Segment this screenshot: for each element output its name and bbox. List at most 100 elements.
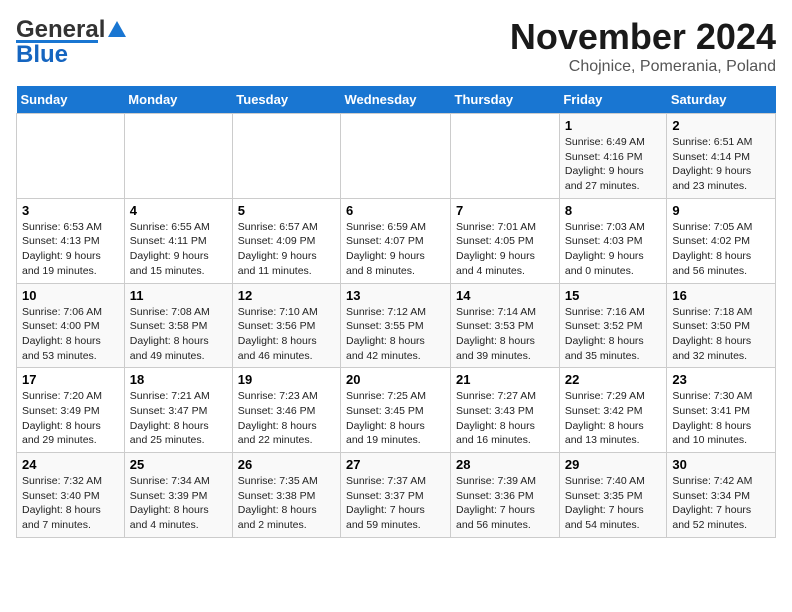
week-row-5: 24 Sunrise: 7:32 AMSunset: 3:40 PMDayligh…: [17, 453, 776, 538]
day-cell: 2 Sunrise: 6:51 AMSunset: 4:14 PMDaylight…: [667, 114, 776, 199]
day-info: Sunrise: 7:27 AMSunset: 3:43 PMDaylight:…: [456, 389, 554, 448]
day-info: Sunrise: 7:14 AMSunset: 3:53 PMDaylight:…: [456, 305, 554, 364]
week-row-4: 17 Sunrise: 7:20 AMSunset: 3:49 PMDayligh…: [17, 368, 776, 453]
day-cell: 14 Sunrise: 7:14 AMSunset: 3:53 PMDayligh…: [451, 283, 560, 368]
day-info: Sunrise: 6:51 AMSunset: 4:14 PMDaylight:…: [672, 135, 770, 194]
day-info: Sunrise: 7:08 AMSunset: 3:58 PMDaylight:…: [130, 305, 227, 364]
day-cell: [232, 114, 340, 199]
day-info: Sunrise: 7:12 AMSunset: 3:55 PMDaylight:…: [346, 305, 445, 364]
day-cell: 9 Sunrise: 7:05 AMSunset: 4:02 PMDaylight…: [667, 198, 776, 283]
day-cell: 10 Sunrise: 7:06 AMSunset: 4:00 PMDayligh…: [17, 283, 125, 368]
day-info: Sunrise: 7:37 AMSunset: 3:37 PMDaylight:…: [346, 474, 445, 533]
day-cell: [451, 114, 560, 199]
location-title: Chojnice, Pomerania, Poland: [510, 58, 776, 76]
day-number: 4: [130, 203, 227, 218]
day-number: 27: [346, 457, 445, 472]
day-number: 23: [672, 372, 770, 387]
day-number: 17: [22, 372, 119, 387]
day-number: 30: [672, 457, 770, 472]
day-number: 8: [565, 203, 662, 218]
day-cell: 30 Sunrise: 7:42 AMSunset: 3:34 PMDayligh…: [667, 453, 776, 538]
day-cell: 23 Sunrise: 7:30 AMSunset: 3:41 PMDayligh…: [667, 368, 776, 453]
day-cell: 22 Sunrise: 7:29 AMSunset: 3:42 PMDayligh…: [559, 368, 667, 453]
day-info: Sunrise: 7:32 AMSunset: 3:40 PMDaylight:…: [22, 474, 119, 533]
header-sunday: Sunday: [17, 86, 125, 114]
day-info: Sunrise: 6:55 AMSunset: 4:11 PMDaylight:…: [130, 220, 227, 279]
day-cell: 29Sunrise: 7:40 AMSunset: 3:35 PMDayligh…: [559, 453, 667, 538]
week-row-3: 10 Sunrise: 7:06 AMSunset: 4:00 PMDayligh…: [17, 283, 776, 368]
day-info: Sunrise: 7:29 AMSunset: 3:42 PMDaylight:…: [565, 389, 662, 448]
header-friday: Friday: [559, 86, 667, 114]
day-info: Sunrise: 7:30 AMSunset: 3:41 PMDaylight:…: [672, 389, 770, 448]
day-number: 14: [456, 288, 554, 303]
day-cell: 5Sunrise: 6:57 AMSunset: 4:09 PMDaylight…: [232, 198, 340, 283]
day-info: Sunrise: 7:18 AMSunset: 3:50 PMDaylight:…: [672, 305, 770, 364]
calendar-header: SundayMondayTuesdayWednesdayThursdayFrid…: [17, 86, 776, 114]
day-cell: 3 Sunrise: 6:53 AMSunset: 4:13 PMDaylight…: [17, 198, 125, 283]
day-number: 9: [672, 203, 770, 218]
day-cell: 4 Sunrise: 6:55 AMSunset: 4:11 PMDaylight…: [124, 198, 232, 283]
day-cell: 25 Sunrise: 7:34 AMSunset: 3:39 PMDayligh…: [124, 453, 232, 538]
day-info: Sunrise: 7:23 AMSunset: 3:46 PMDaylight:…: [238, 389, 335, 448]
day-info: Sunrise: 7:39 AMSunset: 3:36 PMDaylight:…: [456, 474, 554, 533]
day-cell: 1 Sunrise: 6:49 AMSunset: 4:16 PMDaylight…: [559, 114, 667, 199]
day-number: 3: [22, 203, 119, 218]
logo-icon: [106, 19, 128, 41]
day-number: 20: [346, 372, 445, 387]
day-number: 15: [565, 288, 662, 303]
day-info: Sunrise: 7:40 AMSunset: 3:35 PMDaylight:…: [565, 474, 662, 533]
day-number: 21: [456, 372, 554, 387]
day-cell: 8 Sunrise: 7:03 AMSunset: 4:03 PMDaylight…: [559, 198, 667, 283]
header-monday: Monday: [124, 86, 232, 114]
day-info: Sunrise: 7:34 AMSunset: 3:39 PMDaylight:…: [130, 474, 227, 533]
day-number: 26: [238, 457, 335, 472]
logo-blue: Blue: [16, 41, 68, 69]
day-number: 6: [346, 203, 445, 218]
logo: General Blue: [16, 16, 129, 69]
header-wednesday: Wednesday: [341, 86, 451, 114]
day-cell: 20 Sunrise: 7:25 AMSunset: 3:45 PMDayligh…: [341, 368, 451, 453]
day-number: 10: [22, 288, 119, 303]
day-number: 7: [456, 203, 554, 218]
title-block: November 2024 Chojnice, Pomerania, Polan…: [510, 16, 776, 76]
day-number: 25: [130, 457, 227, 472]
calendar-table: SundayMondayTuesdayWednesdayThursdayFrid…: [16, 86, 776, 538]
day-info: Sunrise: 7:16 AMSunset: 3:52 PMDaylight:…: [565, 305, 662, 364]
day-cell: 12Sunrise: 7:10 AMSunset: 3:56 PMDayligh…: [232, 283, 340, 368]
day-cell: 6 Sunrise: 6:59 AMSunset: 4:07 PMDaylight…: [341, 198, 451, 283]
day-info: Sunrise: 6:49 AMSunset: 4:16 PMDaylight:…: [565, 135, 662, 194]
day-info: Sunrise: 7:21 AMSunset: 3:47 PMDaylight:…: [130, 389, 227, 448]
day-info: Sunrise: 7:05 AMSunset: 4:02 PMDaylight:…: [672, 220, 770, 279]
day-cell: 16Sunrise: 7:18 AMSunset: 3:50 PMDayligh…: [667, 283, 776, 368]
day-number: 28: [456, 457, 554, 472]
calendar-body: 1 Sunrise: 6:49 AMSunset: 4:16 PMDaylight…: [17, 114, 776, 538]
day-info: Sunrise: 7:42 AMSunset: 3:34 PMDaylight:…: [672, 474, 770, 533]
day-number: 11: [130, 288, 227, 303]
day-info: Sunrise: 6:53 AMSunset: 4:13 PMDaylight:…: [22, 220, 119, 279]
day-cell: 7 Sunrise: 7:01 AMSunset: 4:05 PMDaylight…: [451, 198, 560, 283]
day-cell: [341, 114, 451, 199]
day-cell: 15 Sunrise: 7:16 AMSunset: 3:52 PMDayligh…: [559, 283, 667, 368]
day-info: Sunrise: 6:57 AMSunset: 4:09 PMDaylight:…: [238, 220, 335, 279]
day-info: Sunrise: 7:20 AMSunset: 3:49 PMDaylight:…: [22, 389, 119, 448]
day-cell: 18Sunrise: 7:21 AMSunset: 3:47 PMDayligh…: [124, 368, 232, 453]
week-row-2: 3 Sunrise: 6:53 AMSunset: 4:13 PMDaylight…: [17, 198, 776, 283]
day-info: Sunrise: 7:01 AMSunset: 4:05 PMDaylight:…: [456, 220, 554, 279]
day-cell: 24 Sunrise: 7:32 AMSunset: 3:40 PMDayligh…: [17, 453, 125, 538]
day-cell: 21 Sunrise: 7:27 AMSunset: 3:43 PMDayligh…: [451, 368, 560, 453]
day-number: 22: [565, 372, 662, 387]
day-number: 1: [565, 118, 662, 133]
day-info: Sunrise: 7:10 AMSunset: 3:56 PMDaylight:…: [238, 305, 335, 364]
day-number: 19: [238, 372, 335, 387]
day-cell: 27 Sunrise: 7:37 AMSunset: 3:37 PMDayligh…: [341, 453, 451, 538]
day-info: Sunrise: 7:03 AMSunset: 4:03 PMDaylight:…: [565, 220, 662, 279]
day-info: Sunrise: 7:25 AMSunset: 3:45 PMDaylight:…: [346, 389, 445, 448]
day-cell: 17 Sunrise: 7:20 AMSunset: 3:49 PMDayligh…: [17, 368, 125, 453]
day-number: 24: [22, 457, 119, 472]
day-info: Sunrise: 6:59 AMSunset: 4:07 PMDaylight:…: [346, 220, 445, 279]
page-header: General Blue November 2024 Chojnice, Pom…: [16, 16, 776, 76]
header-tuesday: Tuesday: [232, 86, 340, 114]
day-info: Sunrise: 7:06 AMSunset: 4:00 PMDaylight:…: [22, 305, 119, 364]
day-cell: 19 Sunrise: 7:23 AMSunset: 3:46 PMDayligh…: [232, 368, 340, 453]
day-number: 2: [672, 118, 770, 133]
